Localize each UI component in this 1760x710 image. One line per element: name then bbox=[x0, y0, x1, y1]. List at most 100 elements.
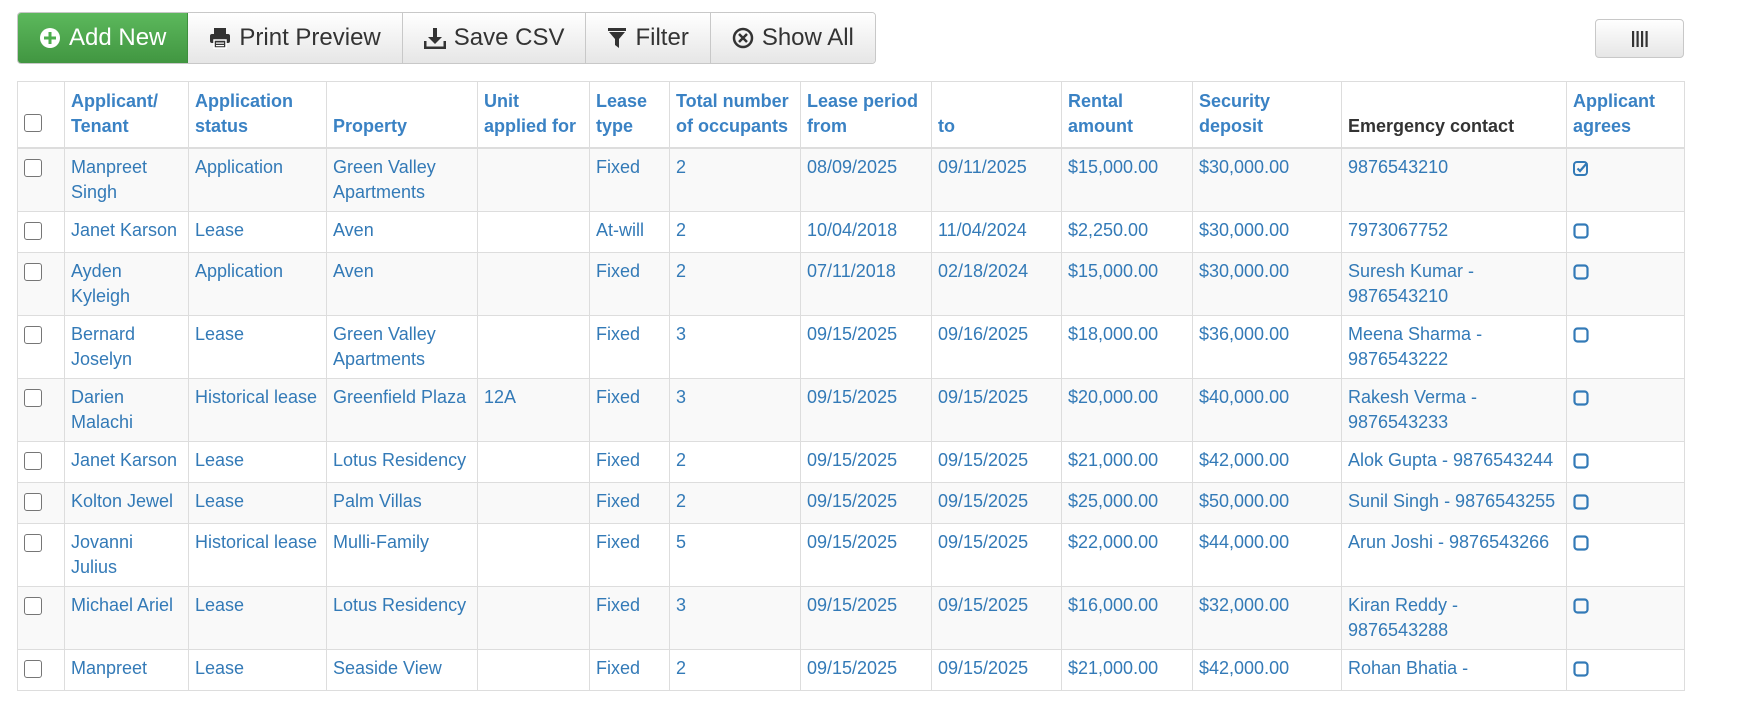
cell-emergency-contact[interactable]: Kiran Reddy - 9876543288 bbox=[1341, 585, 1567, 650]
cell-lease-to[interactable]: 09/15/2025 bbox=[931, 522, 1062, 587]
cell-lease-type[interactable]: Fixed bbox=[589, 522, 670, 587]
header-occupants[interactable]: Total number of occupants bbox=[669, 81, 801, 149]
cell-emergency-contact[interactable]: Meena Sharma - 9876543222 bbox=[1341, 314, 1567, 379]
filter-button[interactable]: Filter bbox=[586, 13, 711, 63]
cell-unit[interactable] bbox=[477, 648, 590, 691]
cell-status[interactable]: Historical lease bbox=[188, 377, 327, 442]
cell-occupants[interactable]: 2 bbox=[669, 481, 801, 524]
cell-lease-from[interactable]: 07/11/2018 bbox=[800, 251, 932, 316]
cell-occupants[interactable]: 2 bbox=[669, 648, 801, 691]
cell-property[interactable]: Aven bbox=[326, 251, 478, 316]
cell-unit[interactable] bbox=[477, 210, 590, 253]
cell-rent[interactable]: $15,000.00 bbox=[1061, 147, 1193, 212]
cell-rent[interactable]: $2,250.00 bbox=[1061, 210, 1193, 253]
header-status[interactable]: Application status bbox=[188, 81, 327, 149]
row-select-checkbox[interactable] bbox=[24, 325, 42, 344]
cell-occupants[interactable]: 2 bbox=[669, 147, 801, 212]
cell-rent[interactable]: $25,000.00 bbox=[1061, 481, 1193, 524]
cell-applicant[interactable]: Bernard Joselyn bbox=[64, 314, 189, 379]
cell-applicant[interactable]: Darien Malachi bbox=[64, 377, 189, 442]
cell-occupants[interactable]: 2 bbox=[669, 210, 801, 253]
cell-rent[interactable]: $22,000.00 bbox=[1061, 522, 1193, 587]
table-row[interactable]: Michael Ariel Lease Lotus Residency Fixed 3 0… bbox=[17, 585, 1685, 650]
cell-rent[interactable]: $20,000.00 bbox=[1061, 377, 1193, 442]
cell-property[interactable]: Green Valley Apartments bbox=[326, 314, 478, 379]
cell-emergency-contact[interactable]: Suresh Kumar - 9876543210 bbox=[1341, 251, 1567, 316]
cell-lease-to[interactable]: 09/15/2025 bbox=[931, 481, 1062, 524]
cell-lease-to[interactable]: 09/11/2025 bbox=[931, 147, 1062, 212]
header-rent[interactable]: Rental amount bbox=[1061, 81, 1193, 149]
cell-deposit[interactable]: $42,000.00 bbox=[1192, 440, 1342, 483]
header-lease-from[interactable]: Lease period from bbox=[800, 81, 932, 149]
table-row[interactable]: Manpreet Lease Seaside View Fixed 2 09/15/202… bbox=[17, 648, 1685, 691]
cell-lease-type[interactable]: Fixed bbox=[589, 648, 670, 691]
cell-lease-from[interactable]: 09/15/2025 bbox=[800, 522, 932, 587]
cell-deposit[interactable]: $42,000.00 bbox=[1192, 648, 1342, 691]
cell-lease-to[interactable]: 09/16/2025 bbox=[931, 314, 1062, 379]
cell-occupants[interactable]: 5 bbox=[669, 522, 801, 587]
cell-unit[interactable] bbox=[477, 440, 590, 483]
cell-status[interactable]: Historical lease bbox=[188, 522, 327, 587]
cell-emergency-contact[interactable]: Sunil Singh - 9876543255 bbox=[1341, 481, 1567, 524]
header-deposit[interactable]: Security deposit bbox=[1192, 81, 1342, 149]
cell-status[interactable]: Application bbox=[188, 147, 327, 212]
cell-unit[interactable] bbox=[477, 147, 590, 212]
cell-property[interactable]: Green Valley Apartments bbox=[326, 147, 478, 212]
cell-lease-to[interactable]: 09/15/2025 bbox=[931, 585, 1062, 650]
cell-deposit[interactable]: $50,000.00 bbox=[1192, 481, 1342, 524]
cell-lease-to[interactable]: 09/15/2025 bbox=[931, 648, 1062, 691]
cell-occupants[interactable]: 2 bbox=[669, 251, 801, 316]
cell-occupants[interactable]: 3 bbox=[669, 585, 801, 650]
row-select-checkbox[interactable] bbox=[24, 596, 42, 615]
table-row[interactable]: Manpreet Singh Application Green Valley Ap… bbox=[17, 147, 1685, 212]
cell-applicant[interactable]: Janet Karson bbox=[64, 210, 189, 253]
cell-lease-type[interactable]: Fixed bbox=[589, 440, 670, 483]
show-all-button[interactable]: Show All bbox=[710, 13, 875, 63]
cell-emergency-contact[interactable]: 9876543210 bbox=[1341, 147, 1567, 212]
cell-property[interactable]: Mulli-Family bbox=[326, 522, 478, 587]
cell-lease-type[interactable]: Fixed bbox=[589, 481, 670, 524]
cell-applicant[interactable]: Ayden Kyleigh bbox=[64, 251, 189, 316]
cell-property[interactable]: Aven bbox=[326, 210, 478, 253]
cell-status[interactable]: Application bbox=[188, 251, 327, 316]
print-preview-button[interactable]: Print Preview bbox=[188, 13, 403, 63]
cell-lease-type[interactable]: Fixed bbox=[589, 147, 670, 212]
cell-deposit[interactable]: $36,000.00 bbox=[1192, 314, 1342, 379]
cell-lease-type[interactable]: Fixed bbox=[589, 585, 670, 650]
cell-lease-from[interactable]: 09/15/2025 bbox=[800, 440, 932, 483]
cell-status[interactable]: Lease bbox=[188, 481, 327, 524]
table-row[interactable]: Kolton Jewel Lease Palm Villas Fixed 2 09/15/… bbox=[17, 481, 1685, 524]
cell-rent[interactable]: $16,000.00 bbox=[1061, 585, 1193, 650]
cell-applicant[interactable]: Jovanni Julius bbox=[64, 522, 189, 587]
cell-lease-from[interactable]: 09/15/2025 bbox=[800, 481, 932, 524]
cell-lease-from[interactable]: 09/15/2025 bbox=[800, 585, 932, 650]
cell-property[interactable]: Seaside View bbox=[326, 648, 478, 691]
cell-lease-type[interactable]: At-will bbox=[589, 210, 670, 253]
table-row[interactable]: Darien Malachi Historical lease Greenfield… bbox=[17, 377, 1685, 442]
cell-unit[interactable] bbox=[477, 481, 590, 524]
cell-occupants[interactable]: 2 bbox=[669, 440, 801, 483]
cell-property[interactable]: Lotus Residency bbox=[326, 585, 478, 650]
cell-emergency-contact[interactable]: Rakesh Verma - 9876543233 bbox=[1341, 377, 1567, 442]
header-lease-type[interactable]: Lease type bbox=[589, 81, 670, 149]
cell-unit[interactable] bbox=[477, 314, 590, 379]
header-lease-to[interactable]: to bbox=[931, 81, 1062, 149]
row-select-checkbox[interactable] bbox=[24, 659, 42, 678]
cell-deposit[interactable]: $30,000.00 bbox=[1192, 210, 1342, 253]
cell-occupants[interactable]: 3 bbox=[669, 314, 801, 379]
column-chooser-button[interactable] bbox=[1595, 19, 1684, 58]
cell-property[interactable]: Lotus Residency bbox=[326, 440, 478, 483]
cell-status[interactable]: Lease bbox=[188, 440, 327, 483]
cell-unit[interactable]: 12A bbox=[477, 377, 590, 442]
cell-deposit[interactable]: $32,000.00 bbox=[1192, 585, 1342, 650]
row-select-checkbox[interactable] bbox=[24, 492, 42, 511]
select-all-checkbox[interactable] bbox=[24, 113, 42, 132]
cell-rent[interactable]: $15,000.00 bbox=[1061, 251, 1193, 316]
cell-unit[interactable] bbox=[477, 585, 590, 650]
cell-deposit[interactable]: $44,000.00 bbox=[1192, 522, 1342, 587]
cell-lease-from[interactable]: 10/04/2018 bbox=[800, 210, 932, 253]
cell-lease-from[interactable]: 09/15/2025 bbox=[800, 377, 932, 442]
cell-deposit[interactable]: $30,000.00 bbox=[1192, 147, 1342, 212]
cell-unit[interactable] bbox=[477, 522, 590, 587]
cell-applicant[interactable]: Manpreet Singh bbox=[64, 147, 189, 212]
